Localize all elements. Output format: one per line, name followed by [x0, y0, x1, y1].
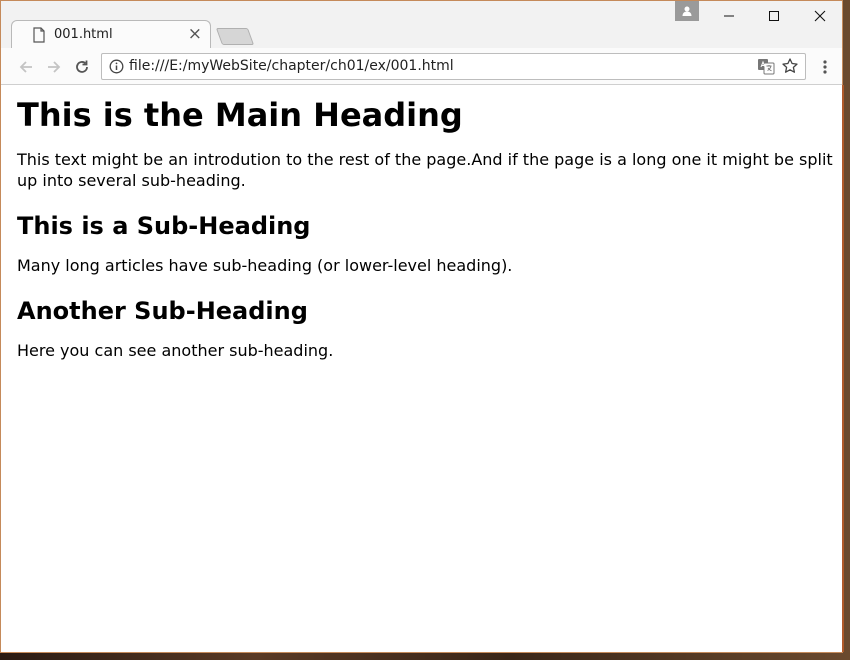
sub-heading-1: This is a Sub-Heading: [17, 212, 311, 240]
reload-icon: [76, 60, 88, 73]
tab-active[interactable]: 001.html ×: [11, 20, 211, 48]
url-text[interactable]: file:///E:/myWebSite/chapter/ch01/ex/001…: [129, 58, 454, 74]
toolbar: file:///E:/myWebSite/chapter/ch01/ex/001…: [1, 48, 842, 85]
back-icon: [19, 61, 32, 73]
sub-paragraph-1: Many long articles have sub-heading (or …: [17, 256, 513, 275]
forward-button[interactable]: [43, 56, 65, 78]
tab-close-button[interactable]: ×: [188, 24, 202, 44]
forward-icon: [48, 61, 61, 73]
close-icon: [814, 10, 826, 22]
sub-paragraph-2: Here you can see another sub-heading.: [17, 341, 334, 360]
info-icon[interactable]: [109, 59, 124, 74]
main-heading: This is the Main Heading: [17, 96, 463, 134]
browser-window: 001.html × file:///E:/myWebSite/chapter/…: [0, 0, 844, 653]
profile-icon[interactable]: [675, 1, 699, 21]
translate-icon[interactable]: [757, 58, 775, 75]
menu-icon: [823, 60, 827, 74]
sub-heading-2: Another Sub-Heading: [17, 297, 308, 325]
page-content: This is the Main Heading This text might…: [1, 85, 842, 652]
star-icon[interactable]: [781, 57, 799, 75]
minimize-button[interactable]: [714, 5, 744, 27]
maximize-icon: [769, 11, 779, 21]
title-bar: 001.html ×: [1, 1, 842, 48]
tab-title: 001.html: [54, 27, 113, 42]
minimize-icon: [724, 15, 734, 17]
file-icon: [32, 27, 46, 43]
close-button[interactable]: [805, 5, 835, 27]
menu-button[interactable]: [815, 56, 835, 78]
new-tab-button[interactable]: [215, 28, 255, 45]
reload-button[interactable]: [71, 56, 93, 78]
back-button[interactable]: [15, 56, 37, 78]
window-edge: [842, 85, 844, 652]
maximize-button[interactable]: [759, 5, 789, 27]
intro-paragraph: This text might be an introdution to the…: [17, 150, 833, 190]
address-bar[interactable]: file:///E:/myWebSite/chapter/ch01/ex/001…: [101, 53, 806, 80]
